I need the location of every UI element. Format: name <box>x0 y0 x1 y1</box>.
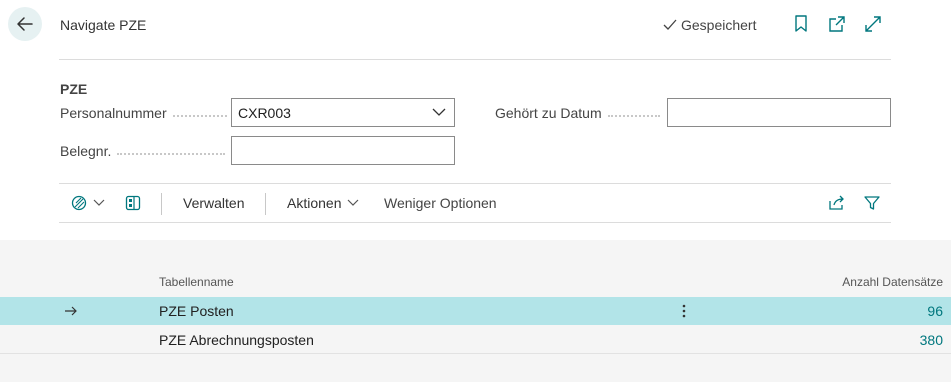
datum-label-text: Gehört zu Datum <box>495 105 602 121</box>
chevron-down-icon <box>348 199 359 206</box>
personalnummer-value: CXR003 <box>238 104 291 121</box>
expand-icon <box>865 16 881 32</box>
row-name[interactable]: PZE Posten <box>159 303 234 319</box>
group-title: PZE <box>60 81 88 97</box>
saved-status: Gespeichert <box>662 17 756 33</box>
open-in-new-window-button[interactable] <box>828 15 846 33</box>
saved-label: Gespeichert <box>681 17 757 33</box>
row-count[interactable]: 380 <box>920 332 943 348</box>
details-pane-icon <box>125 195 141 211</box>
arrow-right-icon <box>65 306 77 316</box>
back-button[interactable] <box>8 7 42 41</box>
datum-label: Gehört zu Datum <box>495 105 660 121</box>
checkmark-icon <box>663 19 677 30</box>
expand-button[interactable] <box>864 15 882 33</box>
show-details-button[interactable] <box>125 184 141 222</box>
chevron-down-icon <box>93 199 105 206</box>
header-divider <box>59 59 891 60</box>
page-title: Navigate PZE <box>60 17 147 33</box>
belegnr-label-text: Belegnr. <box>60 143 112 159</box>
row-name[interactable]: PZE Abrechnungsposten <box>159 332 314 348</box>
column-header-anzahl[interactable]: Anzahl Datensätze <box>842 275 943 289</box>
aktionen-label: Aktionen <box>287 195 342 211</box>
action-bar: Verwalten Aktionen Weniger Optionen <box>59 183 891 223</box>
filter-icon <box>864 196 880 210</box>
action-bar-separator <box>161 193 162 215</box>
personalnummer-select[interactable]: CXR003 <box>231 98 455 127</box>
label-dots <box>117 153 226 155</box>
label-dots <box>607 115 660 117</box>
table-row[interactable]: PZE Posten 96 <box>0 297 951 325</box>
personalnummer-label-text: Personalnummer <box>60 105 167 121</box>
action-bar-separator <box>265 193 266 215</box>
bookmark-button[interactable] <box>792 15 810 33</box>
table-row[interactable]: PZE Abrechnungsposten 380 <box>0 326 951 354</box>
label-dots <box>172 115 227 117</box>
chevron-down-icon <box>432 108 446 116</box>
bookmark-icon <box>795 15 807 32</box>
row-count[interactable]: 96 <box>927 303 943 319</box>
share-icon <box>829 195 844 210</box>
open-in-new-window-icon <box>829 16 845 32</box>
aktionen-menu[interactable]: Aktionen <box>287 184 359 222</box>
views-button[interactable] <box>71 184 105 222</box>
views-icon <box>71 195 87 211</box>
share-button[interactable] <box>828 184 846 222</box>
personalnummer-label: Personalnummer <box>60 105 227 121</box>
column-header-tabellenname[interactable]: Tabellenname <box>159 275 234 289</box>
filter-button[interactable] <box>864 184 880 222</box>
belegnr-label: Belegnr. <box>60 143 226 159</box>
verwalten-button[interactable]: Verwalten <box>183 184 244 222</box>
more-options-icon[interactable] <box>680 303 688 319</box>
belegnr-field[interactable] <box>231 136 455 165</box>
arrow-left-icon <box>17 17 33 31</box>
weniger-optionen-button[interactable]: Weniger Optionen <box>384 184 497 222</box>
datum-field[interactable] <box>667 98 891 127</box>
